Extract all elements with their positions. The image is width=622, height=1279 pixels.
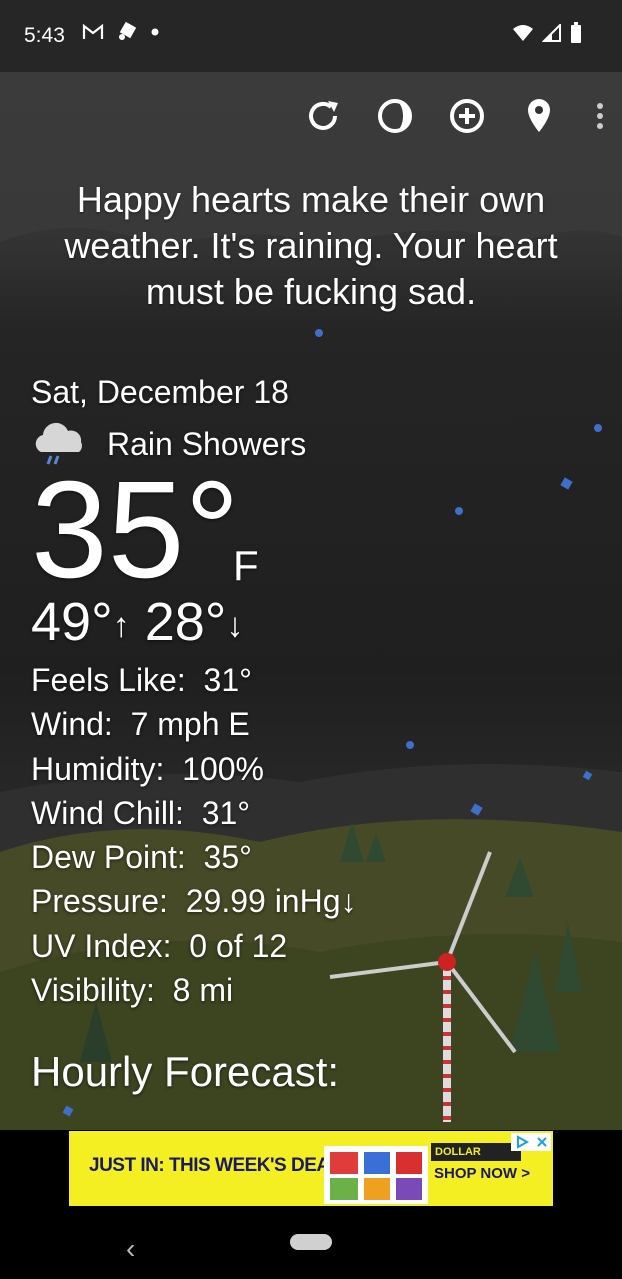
theme-button[interactable] [376,96,414,136]
ad-headline: JUST IN: THIS WEEK'S DEALS. [89,1155,358,1176]
detail-visibility: Visibility: 8 mi [31,968,357,1012]
more-options-icon [597,103,603,129]
ad-banner[interactable]: JUST IN: THIS WEEK'S DEALS. DOLLAR GENER… [69,1131,553,1206]
detail-label: Pressure: [31,883,168,920]
back-button[interactable]: ‹ [126,1233,135,1265]
detail-value: 35° [203,839,252,876]
rain-drop [406,741,414,749]
up-arrow-icon: ↑ [112,606,130,645]
dot-icon [151,28,159,36]
detail-value: 31° [201,794,251,831]
weather-quote: Happy hearts make their own weather. It'… [64,179,558,312]
detail-value: 7 mph E [130,706,250,743]
ad-brand-label: DOLLAR GENERAL [431,1143,521,1176]
location-button[interactable] [520,96,558,136]
add-location-button[interactable] [448,96,486,136]
temperature-unit: F [233,542,259,589]
detail-pressure: Pressure: 29.99 inHg↓ [31,879,357,923]
current-date: Sat, December 18 [31,374,289,410]
weather-scene: Happy hearts make their own weather. It'… [0,72,622,1130]
high-temperature: 49° [31,592,113,652]
detail-label: Humidity: [31,750,165,787]
detail-label: UV Index: [31,927,172,964]
gmail-icon [82,23,104,39]
detail-value: 31° [203,662,252,698]
ad-choices[interactable] [511,1133,551,1151]
detail-value: 29.99 inHg↓ [185,883,357,920]
detail-label: Visibility: [31,972,155,1009]
theme-icon [378,99,412,133]
add-location-icon [450,99,484,133]
weather-details: Feels Like: 31° Wind: 7 mph E Humidity: … [31,658,357,1012]
detail-uv-index: UV Index: 0 of 12 [31,924,357,968]
detail-humidity: Humidity: 100% [31,747,357,791]
down-arrow-icon: ↓ [226,606,244,645]
rain-drop [594,424,602,432]
detail-dew-point: Dew Point: 35° [31,835,357,879]
detail-label: Feels Like: [31,662,186,698]
ad-shop-now-button[interactable]: SHOP NOW > [431,1161,554,1187]
toolbar [304,96,608,136]
status-time: 5:43 [24,24,65,47]
navigation-bar: ‹ [0,1215,622,1279]
current-temperature: 35° [31,453,240,607]
cell-signal-icon [542,24,561,42]
low-temperature: 28° [144,592,227,652]
refresh-icon [309,101,338,130]
ad-choices-icon[interactable] [515,1135,529,1149]
detail-wind-chill: Wind Chill: 31° [31,791,357,835]
rain-drop [455,507,463,515]
detail-label: Wind: [31,706,113,743]
status-bar: 5:43 [0,0,622,72]
detail-feels-like: Feels Like: 31° [31,658,357,702]
detail-value: 100% [182,750,264,787]
more-options-button[interactable] [592,96,608,136]
cast-icon [119,22,137,40]
rain-drop [315,329,323,337]
home-button[interactable] [290,1234,332,1250]
battery-icon [571,22,581,43]
close-icon[interactable] [536,1136,548,1148]
high-low-temperature: 49°↑ 28°↓ [31,592,243,656]
ad-flyer-image [324,1134,428,1204]
location-pin-icon [528,99,550,132]
refresh-button[interactable] [304,96,342,136]
detail-label: Wind Chill: [31,794,184,831]
detail-value: 0 of 12 [189,927,288,964]
hourly-forecast-heading: Hourly Forecast: [31,1048,340,1095]
detail-value: 8 mi [172,972,234,1009]
detail-wind: Wind: 7 mph E [31,702,357,746]
wifi-icon [513,25,533,41]
detail-label: Dew Point: [31,839,186,876]
